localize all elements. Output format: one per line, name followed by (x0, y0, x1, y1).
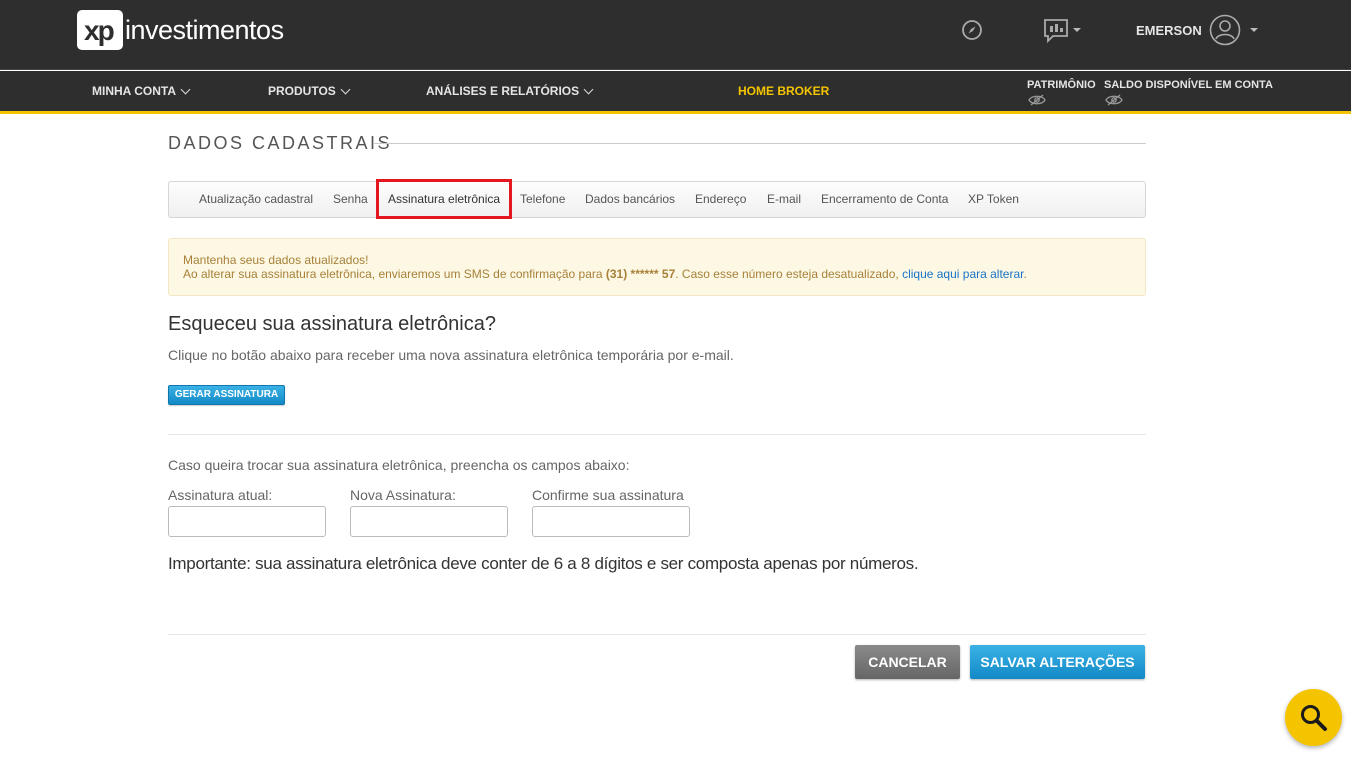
tab-assinatura-eletronica[interactable]: Assinatura eletrônica (388, 192, 500, 206)
title-divider (374, 143, 1146, 144)
nav-label: HOME BROKER (738, 84, 830, 98)
nav-home-broker[interactable]: HOME BROKER (738, 84, 829, 98)
forgot-heading: Esqueceu sua assinatura eletrônica? (168, 313, 496, 335)
page-title: DADOS CADASTRAIS (168, 133, 403, 154)
tab-dados-bancarios[interactable]: Dados bancários (585, 192, 675, 206)
section-divider (168, 434, 1146, 435)
logo-mark: xp (77, 10, 123, 50)
nav-label: ANÁLISES E RELATÓRIOS (426, 84, 580, 98)
tab-atualizacao-cadastral[interactable]: Atualização cadastral (199, 192, 313, 206)
eye-hidden-icon[interactable] (1105, 93, 1123, 111)
chevron-down-icon[interactable] (1073, 28, 1081, 32)
nav-analises-relatorios[interactable]: ANÁLISES E RELATÓRIOS (426, 84, 594, 98)
chevron-down-icon (583, 84, 594, 94)
main-nav: MINHA CONTA PRODUTOS ANÁLISES E RELATÓRI… (0, 71, 1351, 114)
chevron-down-icon[interactable] (1250, 28, 1258, 32)
tab-senha[interactable]: Senha (333, 192, 368, 206)
current-signature-input[interactable] (168, 506, 326, 537)
chat-chart-icon[interactable] (1043, 18, 1069, 49)
cancel-button[interactable]: CANCELAR (855, 645, 960, 679)
user-avatar-icon[interactable] (1209, 14, 1241, 51)
saldo-label: SALDO DISPONÍVEL EM CONTA (1104, 79, 1273, 91)
alert-phone: (31) ****** 57 (605, 267, 676, 281)
eye-hidden-icon[interactable] (1028, 93, 1046, 111)
alert-text: . Caso esse número esteja desatualizado, (675, 267, 903, 281)
save-changes-button[interactable]: SALVAR ALTERAÇÕES (970, 645, 1145, 679)
nav-label: MINHA CONTA (92, 84, 176, 98)
forgot-description: Clique no botão abaixo para receber uma … (168, 347, 734, 363)
current-signature-label: Assinatura atual: (168, 487, 273, 503)
important-note: Importante: sua assinatura eletrônica de… (168, 554, 919, 573)
generate-signature-button[interactable]: GERAR ASSINATURA (168, 385, 285, 405)
confirm-signature-label: Confirme sua assinatura (532, 487, 684, 503)
tab-encerramento-conta[interactable]: Encerramento de Conta (821, 192, 948, 206)
new-signature-label: Nova Assinatura: (350, 487, 456, 503)
profile-tabs: Atualização cadastral Senha Assinatura e… (168, 179, 1146, 219)
patrimonio-label: PATRIMÔNIO (1027, 79, 1096, 91)
nav-label: PRODUTOS (268, 84, 336, 98)
change-instruction: Caso queira trocar sua assinatura eletrô… (168, 457, 630, 473)
new-signature-input[interactable] (350, 506, 508, 537)
page-title-row: DADOS CADASTRAIS (168, 133, 1146, 155)
nav-minha-conta[interactable]: MINHA CONTA (92, 84, 191, 98)
change-phone-link[interactable]: clique aqui para alterar (902, 267, 1023, 281)
info-alert: Mantenha seus dados atualizados! Ao alte… (168, 238, 1146, 296)
tab-endereco[interactable]: Endereço (695, 192, 746, 206)
logo-text: investimentos (125, 14, 284, 45)
user-name[interactable]: EMERSON (1136, 23, 1202, 38)
chevron-down-icon (340, 84, 351, 94)
alert-message: Ao alterar sua assinatura eletrônica, en… (183, 267, 1027, 281)
footer-divider (168, 634, 1146, 635)
tab-email[interactable]: E-mail (767, 192, 801, 206)
compass-icon[interactable] (961, 19, 983, 46)
top-bar: xp investimentos EMERSON (0, 0, 1351, 70)
tab-telefone[interactable]: Telefone (520, 192, 565, 206)
chevron-down-icon (180, 84, 191, 94)
alert-title: Mantenha seus dados atualizados! (183, 253, 369, 267)
nav-produtos[interactable]: PRODUTOS (268, 84, 351, 98)
alert-text: . (1023, 267, 1027, 281)
xp-logo[interactable]: xp investimentos (77, 10, 284, 50)
alert-text: Ao alterar sua assinatura eletrônica, en… (183, 267, 606, 281)
confirm-signature-input[interactable] (532, 506, 690, 537)
tab-xp-token[interactable]: XP Token (968, 192, 1019, 206)
logo-mark-text: xp (84, 15, 115, 46)
search-fab[interactable] (1285, 689, 1342, 746)
